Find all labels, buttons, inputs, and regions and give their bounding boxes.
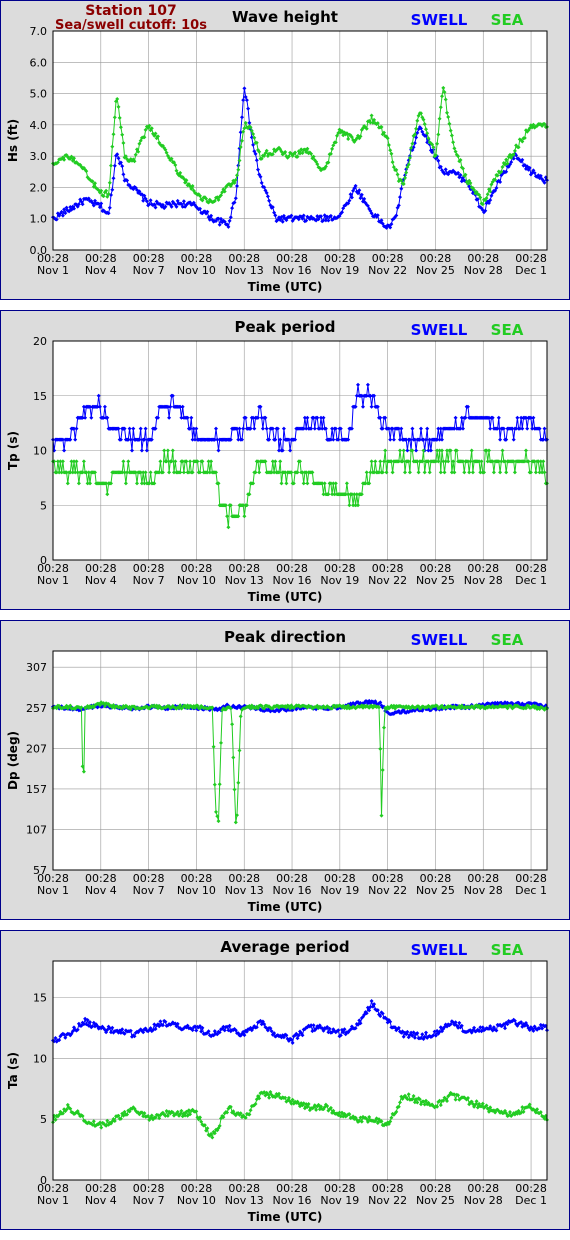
x-tick-date: Dec 1: [515, 884, 547, 897]
x-tick-date: Nov 13: [225, 884, 264, 897]
x-tick-date: Nov 28: [464, 1194, 503, 1207]
x-tick-date: Nov 10: [177, 884, 216, 897]
legend-swell: SWELL: [411, 11, 468, 29]
x-tick-date: Nov 16: [273, 884, 312, 897]
y-tick-label: 157: [26, 783, 47, 796]
x-tick-date: Nov 7: [133, 1194, 165, 1207]
x-tick-date: Nov 1: [37, 1194, 69, 1207]
x-tick-date: Nov 4: [85, 264, 117, 277]
x-tick-date: Nov 10: [177, 574, 216, 587]
legend-sea: SEA: [491, 631, 524, 649]
y-tick-label: 257: [26, 702, 47, 715]
x-tick-date: Nov 28: [464, 264, 503, 277]
y-tick-label: 15: [33, 992, 47, 1005]
average-period-panel: 0 5 10 15 00:28 Nov 1 00:28 Nov 4 00:28 Nov 7 00:2…: [0, 930, 570, 1230]
x-tick-date: Nov 22: [368, 264, 407, 277]
x-tick-date: Nov 1: [37, 264, 69, 277]
y-tick-label: 6.0: [30, 56, 48, 69]
y-tick-label: 5: [40, 499, 47, 512]
legend-swell: SWELL: [411, 631, 468, 649]
y-tick-label: 207: [26, 742, 47, 755]
station-name: Station 107: [85, 3, 176, 19]
chart-title: Peak period: [235, 318, 336, 336]
y-tick-label: 1.0: [30, 213, 48, 226]
x-tick-date: Nov 25: [416, 574, 455, 587]
y-axis-label: Hs (ft): [6, 119, 20, 162]
x-tick-date: Nov 7: [133, 884, 165, 897]
x-tick-date: Nov 7: [133, 574, 165, 587]
plot-area: [52, 650, 548, 871]
peak-period-panel: 0 5 10 15 20 00:28 Nov 1 00:28 Nov 4 00:28 Nov 7 00…: [0, 310, 570, 610]
chart-title: Wave height: [232, 8, 338, 26]
x-tick-date: Nov 13: [225, 264, 264, 277]
y-tick-label: 4.0: [30, 119, 48, 132]
x-tick-date: Nov 1: [37, 574, 69, 587]
chart-svg: 0510152000:28Nov 100:28Nov 400:28Nov 700…: [6, 318, 549, 604]
y-tick-label: 2.0: [30, 181, 48, 194]
x-tick-date: Nov 19: [320, 884, 359, 897]
station-cutoff: Sea/swell cutoff: 10s: [55, 18, 207, 33]
x-tick-date: Nov 28: [464, 574, 503, 587]
y-axis-label: Ta (s): [6, 1052, 20, 1089]
chart-svg: 05101500:28Nov 100:28Nov 400:28Nov 700:2…: [6, 938, 549, 1224]
x-tick-date: Nov 28: [464, 884, 503, 897]
x-tick-date: Nov 22: [368, 884, 407, 897]
x-tick-date: Nov 4: [85, 574, 117, 587]
x-tick-date: Nov 19: [320, 264, 359, 277]
x-tick-date: Dec 1: [515, 574, 547, 587]
chart-svg: 5710715720725730700:28Nov 100:28Nov 400:…: [6, 628, 549, 914]
x-tick-date: Nov 16: [273, 264, 312, 277]
plot-area: [52, 960, 548, 1181]
x-axis-label: Time (UTC): [248, 590, 323, 604]
y-tick-label: 3.0: [30, 150, 48, 163]
x-tick-date: Nov 22: [368, 1194, 407, 1207]
x-tick-date: Nov 25: [416, 1194, 455, 1207]
x-tick-date: Nov 19: [320, 1194, 359, 1207]
y-tick-label: 7.0: [30, 25, 48, 38]
y-tick-label: 307: [26, 661, 47, 674]
x-tick-date: Dec 1: [515, 264, 547, 277]
x-axis-label: Time (UTC): [248, 280, 323, 294]
legend-sea: SEA: [491, 321, 524, 339]
y-tick-label: 15: [33, 390, 47, 403]
y-axis-label: Tp (s): [6, 431, 20, 470]
x-tick-date: Nov 7: [133, 264, 165, 277]
x-tick-date: Nov 22: [368, 574, 407, 587]
y-tick-label: 10: [33, 1052, 47, 1065]
x-tick-date: Nov 10: [177, 1194, 216, 1207]
legend-sea: SEA: [491, 941, 524, 959]
x-tick-date: Nov 25: [416, 884, 455, 897]
legend-sea: SEA: [491, 11, 524, 29]
x-axis-label: Time (UTC): [248, 900, 323, 914]
wave-height-panel: 0.0 1.0 2.0 3.0 4.0 5.0 6.0 7.0 00:28 Nov 1 00:28 N…: [0, 0, 570, 300]
y-axis-label: Dp (deg): [6, 731, 20, 790]
y-tick-label: 5: [40, 1113, 47, 1126]
x-axis-label: Time (UTC): [248, 1210, 323, 1224]
chart-svg: 0.01.02.03.04.05.06.07.000:28Nov 100:28N…: [6, 3, 549, 294]
x-tick-date: Nov 13: [225, 1194, 264, 1207]
x-tick-date: Nov 19: [320, 574, 359, 587]
peak-direction-panel: 57 107 157 207 257 307 00:28 Nov 1 00:28 Nov 4 00:…: [0, 620, 570, 920]
x-tick-date: Dec 1: [515, 1194, 547, 1207]
x-tick-date: Nov 4: [85, 884, 117, 897]
x-tick-date: Nov 1: [37, 884, 69, 897]
y-tick-label: 20: [33, 335, 47, 348]
x-tick-date: Nov 4: [85, 1194, 117, 1207]
x-tick-date: Nov 10: [177, 264, 216, 277]
chart-title: Peak direction: [224, 628, 346, 646]
y-tick-label: 5.0: [30, 88, 48, 101]
x-tick-date: Nov 25: [416, 264, 455, 277]
chart-title: Average period: [220, 938, 349, 956]
x-tick-date: Nov 13: [225, 574, 264, 587]
legend-swell: SWELL: [411, 941, 468, 959]
x-tick-date: Nov 16: [273, 574, 312, 587]
y-tick-label: 107: [26, 823, 47, 836]
y-tick-label: 10: [33, 445, 47, 458]
x-tick-date: Nov 16: [273, 1194, 312, 1207]
legend-swell: SWELL: [411, 321, 468, 339]
